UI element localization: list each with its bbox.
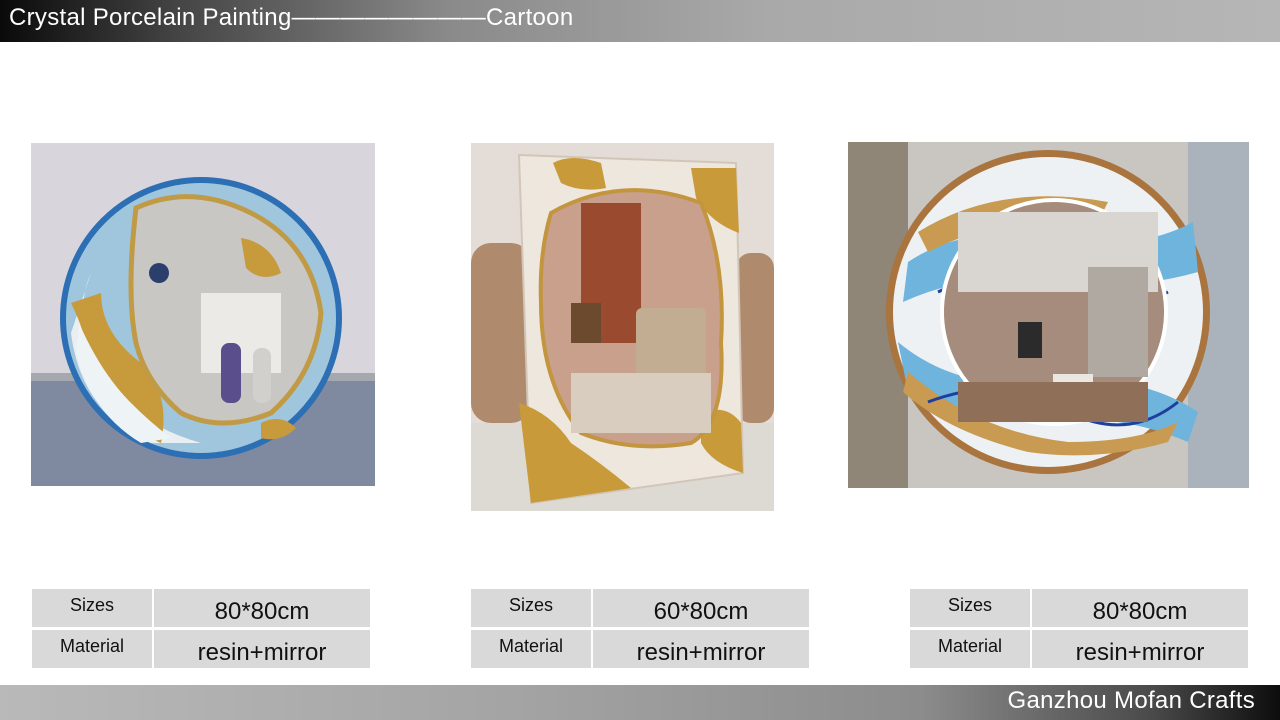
sizes-label: Sizes — [471, 589, 591, 627]
sizes-value: 80*80cm — [154, 589, 370, 627]
product-photo-round-blue-mirror — [31, 143, 375, 486]
sizes-label: Sizes — [32, 589, 152, 627]
material-value: resin+mirror — [593, 630, 809, 668]
product-photo-rectangular-gold-mirror — [471, 143, 774, 511]
spec-row-material: Material resin+mirror — [32, 630, 370, 668]
spec-table-2: Sizes 60*80cm Material resin+mirror — [471, 589, 809, 671]
spec-row-sizes: Sizes 60*80cm — [471, 589, 809, 627]
material-label: Material — [32, 630, 152, 668]
material-value: resin+mirror — [154, 630, 370, 668]
sizes-label: Sizes — [910, 589, 1030, 627]
material-label: Material — [471, 630, 591, 668]
footer-bar: Ganzhou Mofan Crafts — [0, 685, 1280, 720]
page-title: Crystal Porcelain Painting————————Cartoo… — [9, 4, 574, 31]
spec-row-material: Material resin+mirror — [910, 630, 1248, 668]
header-bar: Crystal Porcelain Painting————————Cartoo… — [0, 0, 1280, 42]
spec-row-material: Material resin+mirror — [471, 630, 809, 668]
sizes-value: 80*80cm — [1032, 589, 1248, 627]
sizes-value: 60*80cm — [593, 589, 809, 627]
material-value: resin+mirror — [1032, 630, 1248, 668]
material-label: Material — [910, 630, 1030, 668]
product-photo-round-framed-mirror — [848, 142, 1249, 488]
spec-row-sizes: Sizes 80*80cm — [910, 589, 1248, 627]
spec-table-1: Sizes 80*80cm Material resin+mirror — [32, 589, 370, 671]
company-name: Ganzhou Mofan Crafts — [1007, 687, 1255, 714]
spec-row-sizes: Sizes 80*80cm — [32, 589, 370, 627]
spec-table-3: Sizes 80*80cm Material resin+mirror — [910, 589, 1248, 671]
